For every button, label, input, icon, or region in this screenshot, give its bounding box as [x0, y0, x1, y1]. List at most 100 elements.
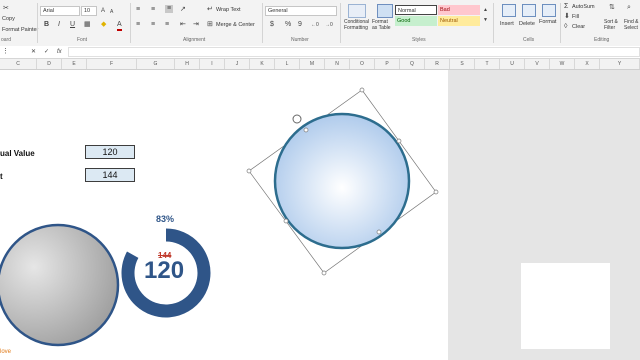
- font-color-button[interactable]: A: [117, 21, 122, 31]
- format-as-table-button[interactable]: Format as Table: [372, 19, 394, 31]
- percent-button[interactable]: %: [285, 21, 291, 29]
- column-header-y[interactable]: Y: [600, 59, 640, 69]
- increase-decimal-icon[interactable]: ←0: [311, 21, 319, 29]
- resize-handle[interactable]: [359, 87, 365, 93]
- column-header-p[interactable]: P: [375, 59, 400, 69]
- column-header-q[interactable]: Q: [400, 59, 425, 69]
- resize-handle[interactable]: [283, 218, 289, 224]
- underline-button[interactable]: U: [70, 21, 75, 29]
- resize-handle[interactable]: [303, 127, 309, 133]
- style-normal[interactable]: Normal: [395, 5, 437, 15]
- selected-blue-circle-shape[interactable]: [240, 80, 450, 290]
- align-left-icon[interactable]: ≡: [136, 21, 140, 29]
- column-header-h[interactable]: H: [175, 59, 200, 69]
- styles-scroll-down-icon[interactable]: ▼: [483, 16, 488, 24]
- column-header-e[interactable]: E: [62, 59, 87, 69]
- column-header-x[interactable]: X: [575, 59, 600, 69]
- column-header-l[interactable]: L: [275, 59, 300, 69]
- column-header-r[interactable]: R: [425, 59, 450, 69]
- conditional-formatting-icon[interactable]: [348, 4, 366, 18]
- fill-color-icon[interactable]: ◆: [101, 21, 106, 29]
- format-button[interactable]: Format: [539, 19, 556, 25]
- comma-button[interactable]: 9: [298, 21, 302, 29]
- find-select-button[interactable]: Find & Select: [624, 19, 640, 31]
- merge-icon[interactable]: ⊞: [207, 21, 213, 29]
- merge-center-button[interactable]: Merge & Center: [216, 22, 255, 28]
- align-top-icon[interactable]: ≡: [136, 6, 140, 14]
- sort-filter-icon[interactable]: ⇅: [609, 4, 615, 12]
- column-header-c[interactable]: C: [0, 59, 37, 69]
- column-header-g[interactable]: G: [137, 59, 175, 69]
- resize-handle[interactable]: [321, 270, 327, 276]
- name-box-dropdown-icon[interactable]: ⋮: [2, 48, 9, 56]
- grow-font-icon[interactable]: A: [101, 7, 105, 15]
- decrease-indent-icon[interactable]: ⇤: [180, 21, 186, 29]
- column-header-j[interactable]: J: [225, 59, 250, 69]
- increase-indent-icon[interactable]: ⇥: [193, 21, 199, 29]
- resize-handle[interactable]: [433, 189, 439, 195]
- insert-button[interactable]: Insert: [500, 21, 514, 27]
- formula-input[interactable]: [68, 47, 640, 57]
- copy-button[interactable]: Copy: [2, 16, 15, 22]
- column-header-i[interactable]: I: [200, 59, 225, 69]
- column-header-o[interactable]: O: [350, 59, 375, 69]
- target-value-cell[interactable]: 144: [85, 168, 135, 182]
- cancel-icon[interactable]: ✕: [31, 48, 36, 56]
- orientation-icon[interactable]: ↗: [180, 6, 186, 14]
- borders-icon[interactable]: ▦: [84, 21, 91, 29]
- gray-circle-shape[interactable]: [0, 220, 120, 360]
- clear-button[interactable]: Clear: [572, 24, 585, 30]
- font-size-select[interactable]: 10: [81, 6, 97, 16]
- column-header-n[interactable]: N: [325, 59, 350, 69]
- column-header-f[interactable]: F: [87, 59, 137, 69]
- format-painter-button[interactable]: Format Painter: [2, 27, 38, 33]
- italic-button[interactable]: I: [58, 21, 60, 29]
- delete-icon[interactable]: [522, 4, 536, 17]
- insert-icon[interactable]: [502, 4, 516, 17]
- sort-filter-button[interactable]: Sort & Filter: [604, 19, 626, 31]
- wrap-text-button[interactable]: Wrap Text: [216, 7, 241, 13]
- column-header-s[interactable]: S: [450, 59, 475, 69]
- column-header-d[interactable]: D: [37, 59, 62, 69]
- align-middle-icon[interactable]: ≡: [151, 6, 155, 14]
- fill-icon[interactable]: ⬇: [564, 13, 570, 21]
- align-bottom-icon[interactable]: ≡: [165, 5, 174, 13]
- column-header-v[interactable]: V: [525, 59, 550, 69]
- shrink-font-icon[interactable]: A: [110, 8, 113, 16]
- column-header-w[interactable]: W: [550, 59, 575, 69]
- clear-icon[interactable]: ◊: [564, 23, 567, 31]
- format-icon[interactable]: [542, 4, 556, 17]
- column-header-k[interactable]: K: [250, 59, 275, 69]
- cut-icon[interactable]: ✂: [3, 5, 9, 13]
- bold-button[interactable]: B: [44, 21, 49, 29]
- enter-icon[interactable]: ✓: [44, 48, 49, 56]
- delete-button[interactable]: Delete: [519, 21, 535, 27]
- autosum-button[interactable]: AutoSum: [572, 4, 595, 10]
- align-center-icon[interactable]: ≡: [151, 21, 155, 29]
- styles-scroll-up-icon[interactable]: ▲: [483, 6, 488, 14]
- number-format-select[interactable]: General: [265, 6, 337, 16]
- resize-handle[interactable]: [396, 138, 402, 144]
- wrap-text-icon[interactable]: ↵: [207, 6, 213, 14]
- column-header-u[interactable]: U: [500, 59, 525, 69]
- currency-button[interactable]: $: [270, 21, 274, 29]
- resize-handle[interactable]: [376, 229, 382, 235]
- conditional-formatting-button[interactable]: Conditional Formatting: [344, 19, 372, 31]
- font-name-select[interactable]: Arial: [40, 6, 80, 16]
- style-neutral[interactable]: Neutral: [438, 16, 480, 26]
- column-header-t[interactable]: T: [475, 59, 500, 69]
- insert-function-button[interactable]: fx: [57, 48, 62, 56]
- column-header-m[interactable]: M: [300, 59, 325, 69]
- autosum-icon[interactable]: Σ: [564, 3, 568, 11]
- find-select-icon[interactable]: ⌕: [627, 4, 631, 12]
- resize-handle[interactable]: [246, 168, 252, 174]
- decrease-decimal-icon[interactable]: →0: [325, 21, 333, 29]
- rotate-handle-icon[interactable]: [292, 114, 302, 124]
- fill-button[interactable]: Fill: [572, 14, 579, 20]
- style-good[interactable]: Good: [395, 16, 437, 26]
- style-bad[interactable]: Bad: [438, 5, 480, 15]
- align-right-icon[interactable]: ≡: [165, 21, 169, 29]
- actual-value-cell[interactable]: 120: [85, 145, 135, 159]
- format-as-table-icon[interactable]: [377, 4, 393, 18]
- worksheet-grid[interactable]: ual Value t 120 144 83% 144 120 love: [0, 70, 448, 360]
